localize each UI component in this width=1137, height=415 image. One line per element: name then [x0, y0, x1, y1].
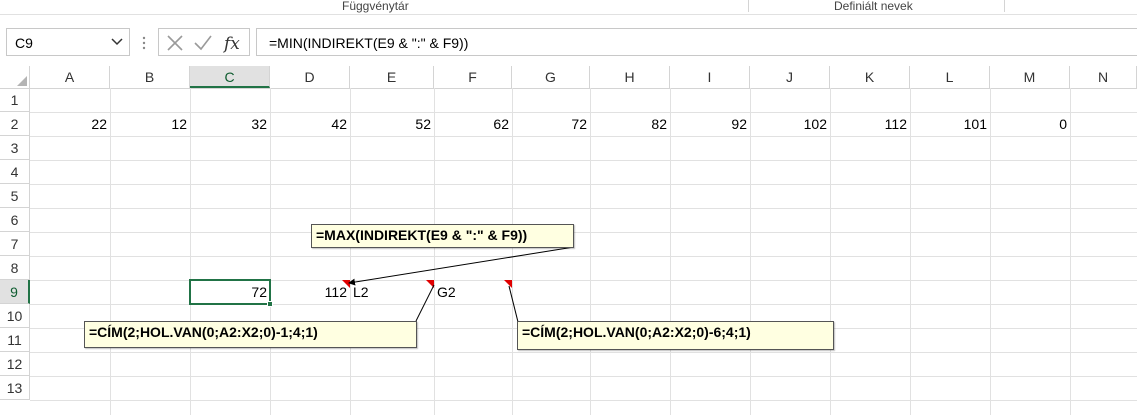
gridline	[30, 136, 1137, 137]
row-header-11[interactable]: 11	[0, 328, 30, 352]
column-header-d[interactable]: D	[270, 66, 350, 88]
cell-a2[interactable]: 22	[30, 112, 110, 136]
formula-input[interactable]: =MIN(INDIREKT(E9 & ":" & F9))	[256, 28, 1137, 56]
gridline	[590, 88, 591, 415]
active-cell-selection[interactable]	[189, 279, 271, 305]
ribbon-separator	[1004, 0, 1005, 12]
gridline	[30, 232, 1137, 233]
name-box-value: C9	[15, 35, 33, 51]
cell-d2[interactable]: 42	[270, 112, 350, 136]
cell-g2[interactable]: 72	[512, 112, 590, 136]
column-header-j[interactable]: J	[750, 66, 830, 88]
row-header-6[interactable]: 6	[0, 208, 30, 232]
function-fx-icon[interactable]: fx	[223, 33, 243, 53]
gridline	[110, 88, 111, 415]
column-header-f[interactable]: F	[434, 66, 512, 88]
comment-cim-start-formula[interactable]: =CÍM(2;HOL.VAN(0;A2:X2;0)-6;4;1)	[517, 321, 834, 350]
cell-c2[interactable]: 32	[190, 112, 270, 136]
chevron-down-icon[interactable]	[111, 33, 123, 51]
row-header-2[interactable]: 2	[0, 112, 30, 136]
gridline	[434, 88, 435, 415]
cell-m2[interactable]: 0	[990, 112, 1070, 136]
row-header-9[interactable]: 9	[0, 280, 30, 304]
gridline	[670, 88, 671, 415]
name-box[interactable]: C9	[6, 28, 130, 56]
gridline	[30, 256, 1137, 257]
cell-d9[interactable]: 112	[270, 280, 350, 304]
cell-j2[interactable]: 102	[750, 112, 830, 136]
svg-text:fx: fx	[223, 34, 240, 53]
column-header-e[interactable]: E	[350, 66, 434, 88]
gridline	[190, 88, 191, 415]
cell-b2[interactable]: 12	[110, 112, 190, 136]
select-all-corner[interactable]	[0, 66, 30, 88]
row-header-7[interactable]: 7	[0, 232, 30, 256]
formula-text: =MIN(INDIREKT(E9 & ":" & F9))	[269, 35, 469, 51]
enter-check-icon[interactable]	[193, 33, 213, 53]
cell-h2[interactable]: 82	[590, 112, 670, 136]
column-header-n[interactable]: N	[1070, 66, 1137, 88]
cell-l2[interactable]: 101	[910, 112, 990, 136]
row-header-8[interactable]: 8	[0, 256, 30, 280]
column-header-i[interactable]: I	[670, 66, 750, 88]
column-header-b[interactable]: B	[110, 66, 190, 88]
column-header-a[interactable]: A	[30, 66, 110, 88]
cancel-x-icon[interactable]	[165, 33, 185, 53]
gridline	[30, 400, 1137, 401]
row-header-3[interactable]: 3	[0, 136, 30, 160]
row-header-4[interactable]: 4	[0, 160, 30, 184]
column-header-l[interactable]: L	[910, 66, 990, 88]
fill-handle[interactable]	[267, 301, 273, 307]
gridline	[830, 88, 831, 415]
column-header-h[interactable]: H	[590, 66, 670, 88]
comment-max-formula[interactable]: =MAX(INDIREKT(E9 & ":" & F9))	[311, 224, 574, 248]
ribbon-separator	[748, 0, 749, 12]
comment-cim-end-formula[interactable]: =CÍM(2;HOL.VAN(0;A2:X2;0)-1;4;1)	[84, 321, 417, 348]
column-header-g[interactable]: G	[512, 66, 590, 88]
gridline	[1070, 88, 1071, 415]
gridline	[30, 376, 1137, 377]
row-header-10[interactable]: 10	[0, 304, 30, 328]
gridline	[30, 160, 1137, 161]
gridline	[990, 88, 991, 415]
cell-k2[interactable]: 112	[830, 112, 910, 136]
vertical-dots-icon[interactable]	[140, 33, 148, 53]
row-header-1[interactable]: 1	[0, 88, 30, 112]
cell-f2[interactable]: 62	[434, 112, 512, 136]
gridline	[750, 88, 751, 415]
row-header-13[interactable]: 13	[0, 376, 30, 400]
column-header-m[interactable]: M	[990, 66, 1070, 88]
gridline	[30, 184, 1137, 185]
column-header-c[interactable]: C	[190, 66, 270, 88]
ribbon-group-defined-names: Definiált nevek	[834, 0, 913, 13]
cell-i2[interactable]: 92	[670, 112, 750, 136]
gridline	[350, 88, 351, 415]
cell-e9[interactable]: L2	[350, 280, 434, 304]
column-header-k[interactable]: K	[830, 66, 910, 88]
formula-bar-buttons: fx	[158, 28, 250, 56]
formula-bar: C9 fx =MIN(INDIREKT(E9 & ":" & F9))	[0, 28, 1137, 58]
gridline	[270, 88, 271, 415]
cell-e2[interactable]: 52	[350, 112, 434, 136]
gridline	[512, 88, 513, 415]
column-header-row: A B C D E F G H I J K L M N	[0, 66, 1137, 89]
cell-f9[interactable]: G2	[434, 280, 512, 304]
gridline	[30, 208, 1137, 209]
row-header-5[interactable]: 5	[0, 184, 30, 208]
gridline	[910, 88, 911, 415]
ribbon-group-labels: Függvénytár Definiált nevek	[0, 0, 1137, 15]
row-header-12[interactable]: 12	[0, 352, 30, 376]
ribbon-group-function-library: Függvénytár	[342, 0, 409, 13]
gridline	[30, 352, 1137, 353]
